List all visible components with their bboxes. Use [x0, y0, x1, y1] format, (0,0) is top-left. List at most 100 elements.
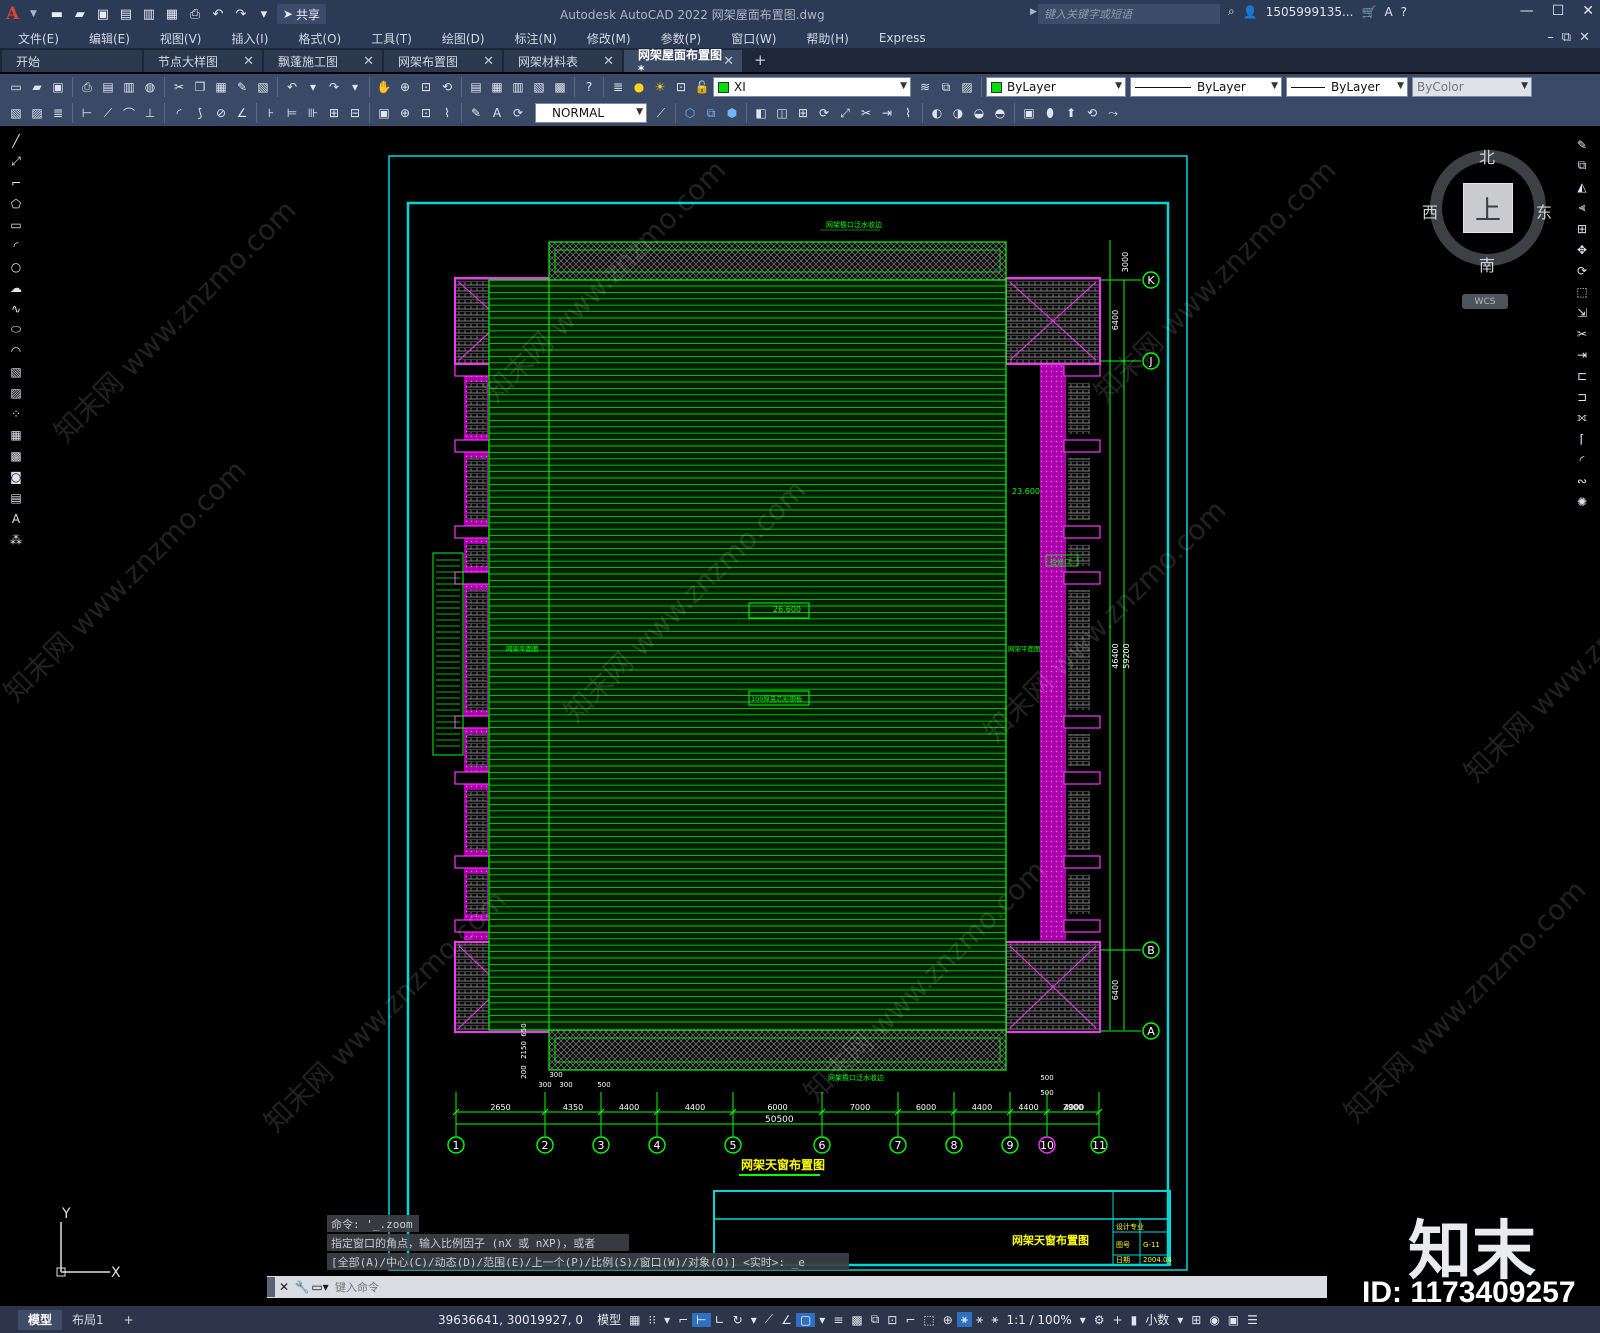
mirror-icon[interactable]: ◧: [751, 103, 771, 123]
match-properties-icon[interactable]: ✎: [232, 77, 252, 97]
osnap-dropdown-icon[interactable]: ▾: [815, 1313, 829, 1327]
polyline-icon[interactable]: ⌐: [7, 174, 25, 191]
stretch-icon[interactable]: ⇲: [1573, 304, 1591, 321]
annotation-scale-icon[interactable]: ⚹: [987, 1312, 1002, 1327]
snap-icon[interactable]: ⁝⁝: [644, 1313, 660, 1327]
tolerance-icon[interactable]: ▣: [374, 103, 394, 123]
quick-access-dropdown-icon[interactable]: ▾: [254, 5, 274, 23]
document-tab[interactable]: 网架材料表 ✕: [504, 50, 622, 72]
dim-break-icon[interactable]: ⊟: [345, 103, 365, 123]
undo-icon[interactable]: ↶: [282, 77, 302, 97]
doc-close-icon[interactable]: ✕: [1579, 30, 1590, 45]
tool-palettes-icon[interactable]: ▥: [508, 77, 528, 97]
array-icon[interactable]: ⊞: [1573, 220, 1591, 237]
jogged-dim-icon[interactable]: ⟆: [190, 103, 210, 123]
multiline-text-icon[interactable]: A: [7, 510, 25, 527]
redo-icon[interactable]: ↷: [231, 5, 251, 23]
ortho-icon[interactable]: ∟: [711, 1313, 729, 1327]
lineweight-combo[interactable]: ByLayer ▼: [1286, 77, 1408, 97]
infer-constraints-icon[interactable]: ⌐: [674, 1313, 692, 1327]
erase-icon[interactable]: ✎: [1573, 136, 1591, 153]
open-folder-icon[interactable]: ▰: [70, 5, 90, 23]
tab-close-icon[interactable]: ✕: [363, 54, 374, 69]
hatch-icon[interactable]: ▦: [7, 426, 25, 443]
explode-icon[interactable]: ✺: [1573, 493, 1591, 510]
extend-icon[interactable]: ⇥: [1573, 346, 1591, 363]
dynamic-input-icon[interactable]: ⊢: [692, 1312, 711, 1327]
menu-item[interactable]: 格式(O): [280, 30, 353, 47]
dim-space-icon[interactable]: ⊞: [324, 103, 344, 123]
ellipse-arc-icon[interactable]: ◠: [7, 342, 25, 359]
center-mark-icon[interactable]: ⊕: [395, 103, 415, 123]
zoom-realtime-icon[interactable]: ⊕: [395, 77, 415, 97]
save-icon[interactable]: ▣: [93, 5, 113, 23]
document-tab[interactable]: 网架屋面布置图* ✕: [624, 48, 742, 77]
maximize-icon[interactable]: ☐: [1552, 3, 1565, 19]
properties-icon[interactable]: ▤: [466, 77, 486, 97]
line-icon[interactable]: ╱: [7, 132, 25, 149]
calculator-icon[interactable]: ▩: [550, 77, 570, 97]
color-combo[interactable]: ByLayer ▼: [986, 77, 1126, 97]
new-tab-icon[interactable]: +: [754, 51, 767, 69]
annotation-scale-value[interactable]: 1:1 / 100%: [1002, 1313, 1075, 1327]
customize-icon[interactable]: 🔧: [293, 1280, 311, 1294]
inspection-icon[interactable]: ⊡: [416, 103, 436, 123]
copy-icon[interactable]: ⧉: [1573, 157, 1591, 174]
rotate-icon[interactable]: ⟳: [1573, 262, 1591, 279]
dimstyle-combo[interactable]: NORMAL ▼: [535, 103, 647, 123]
point-icon[interactable]: ⁘: [7, 405, 25, 422]
snap-dropdown-icon[interactable]: ▾: [660, 1313, 674, 1327]
layer-viewport-icon[interactable]: ⊡: [671, 77, 691, 97]
menu-item[interactable]: 视图(V): [142, 30, 214, 47]
menu-item[interactable]: Express: [861, 31, 938, 45]
cylinder-icon[interactable]: ⬮: [1040, 103, 1060, 123]
minimize-icon[interactable]: —: [1520, 3, 1534, 19]
fillet-icon[interactable]: ◜: [1573, 451, 1591, 468]
box-icon[interactable]: ▣: [1019, 103, 1039, 123]
solid-intersect-icon[interactable]: ◒: [969, 103, 989, 123]
gradient-icon[interactable]: ▩: [7, 447, 25, 464]
search-expand-icon[interactable]: ▶: [1030, 7, 1037, 17]
dim-text-edit-icon[interactable]: A: [487, 103, 507, 123]
redo-dropdown-icon[interactable]: ▾: [345, 77, 365, 97]
3d-osnap-icon[interactable]: ⊡: [883, 1313, 901, 1327]
recent-commands-icon[interactable]: ▭▾: [311, 1280, 329, 1294]
doc-restore-icon[interactable]: ⧉: [1562, 30, 1571, 45]
region-icon[interactable]: ◙: [7, 468, 25, 485]
add-selected-icon[interactable]: ⁂: [7, 531, 25, 548]
polar-dropdown-icon[interactable]: ▾: [747, 1313, 761, 1327]
command-input[interactable]: [329, 1277, 1209, 1297]
layer-lock-icon[interactable]: 🔓: [692, 77, 712, 97]
layer-state-icon[interactable]: ▨: [957, 77, 977, 97]
jogged-linear-icon[interactable]: ⌇: [437, 103, 457, 123]
rectangle-icon[interactable]: ▭: [7, 216, 25, 233]
annotation-visibility-icon[interactable]: ⚹: [956, 1312, 973, 1327]
save-as-icon[interactable]: ▤: [116, 5, 136, 23]
clean-screen-icon[interactable]: ☰: [1243, 1313, 1262, 1327]
plot-preview-icon[interactable]: ▤: [98, 77, 118, 97]
dim-edit-icon[interactable]: ✎: [466, 103, 486, 123]
tab-close-icon[interactable]: ✕: [483, 54, 494, 69]
redo-icon[interactable]: ↷: [324, 77, 344, 97]
linear-dim-icon[interactable]: ⊢: [77, 103, 97, 123]
solid-subtract-icon[interactable]: ◑: [948, 103, 968, 123]
layer-previous-icon[interactable]: ⧉: [936, 77, 956, 97]
menu-item[interactable]: 标注(N): [497, 30, 569, 47]
sweep-icon[interactable]: ⤳: [1103, 103, 1123, 123]
auto-scale-icon[interactable]: ⚹: [972, 1312, 987, 1327]
document-tab[interactable]: 飘蓬施工图 ✕: [264, 50, 382, 72]
offset-icon[interactable]: ⫷: [1573, 199, 1591, 216]
annotation-monitor-icon[interactable]: +: [1109, 1313, 1127, 1327]
arc-icon[interactable]: ◜: [7, 237, 25, 254]
extend-icon[interactable]: ⇥: [877, 103, 897, 123]
coordinate-readout[interactable]: 39636641, 30019927, 0: [420, 1313, 593, 1327]
scale-icon[interactable]: ⤢: [835, 103, 855, 123]
share-button[interactable]: ➤ 共享: [276, 4, 326, 24]
app-logo-icon[interactable]: A: [6, 3, 30, 25]
block-editor-icon[interactable]: ▧: [253, 77, 273, 97]
ellipse-icon[interactable]: ⬭: [7, 321, 25, 338]
ordinate-dim-icon[interactable]: ⊥: [140, 103, 160, 123]
lock-ui-icon[interactable]: ⊞: [1187, 1313, 1205, 1327]
make-current-layer-icon[interactable]: ≋: [915, 77, 935, 97]
wcs-menu-button[interactable]: WCS: [1462, 294, 1508, 309]
